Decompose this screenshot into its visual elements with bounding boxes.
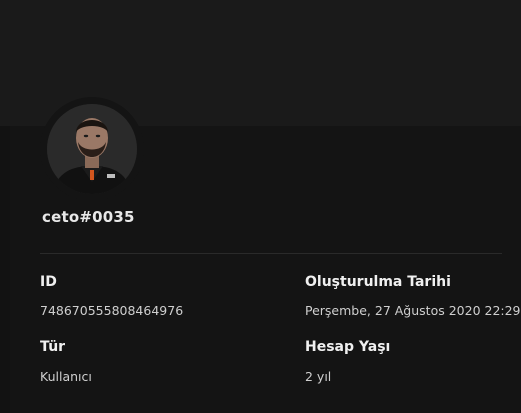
username: ceto#0035 [42, 208, 135, 226]
divider [40, 253, 502, 254]
created-label: Oluşturulma Tarihi [305, 274, 451, 290]
type-label: Tür [40, 339, 66, 355]
created-value: Perşembe, 27 Ağustos 2020 22:29 [305, 303, 521, 318]
id-label: ID [40, 274, 57, 290]
id-value: 748670555808464976 [40, 303, 184, 318]
account-age-label: Hesap Yaşı [305, 339, 391, 355]
account-age-value: 2 yıl [305, 369, 332, 384]
profile-page: ceto#0035 ID 748670555808464976 Oluşturu… [0, 0, 521, 413]
type-value: Kullanıcı [40, 369, 92, 384]
avatar[interactable] [47, 104, 137, 194]
avatar-photo-icon [47, 104, 137, 194]
